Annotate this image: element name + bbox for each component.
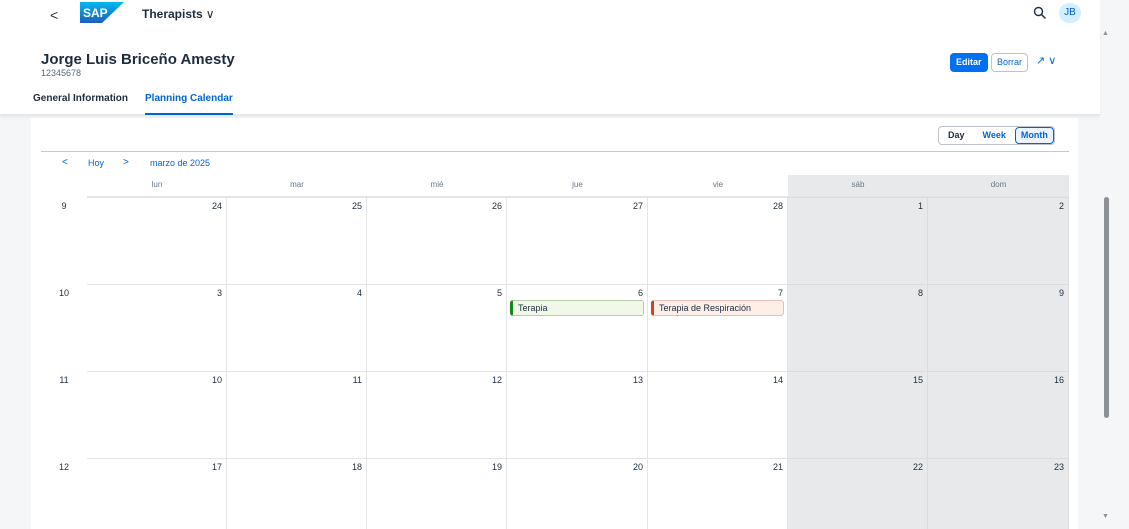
day-number: 13	[632, 375, 643, 385]
day-number: 24	[211, 201, 222, 211]
day-number: 11	[352, 375, 362, 385]
day-number: 12	[491, 375, 502, 385]
day-number: 1	[917, 201, 923, 211]
calendar-day-cell[interactable]: 6 Terapia	[507, 284, 648, 371]
shell-bar: < SAP Therapists ∨ JB	[0, 0, 1100, 30]
calendar-day-cell[interactable]: 28	[648, 197, 788, 284]
calendar-day-cell[interactable]: 22	[788, 458, 928, 529]
day-number: 28	[772, 201, 783, 211]
share-menu-button[interactable]: ↗ ∨	[1036, 54, 1056, 67]
day-number: 23	[1053, 462, 1064, 472]
weekday-header-sáb: sáb	[788, 175, 928, 197]
view-switcher: Day Week Month	[938, 126, 1055, 145]
scrollbar-thumb[interactable]	[1104, 197, 1109, 418]
back-button[interactable]: <	[50, 7, 58, 23]
delete-button[interactable]: Borrar	[991, 53, 1029, 72]
calendar-day-cell[interactable]: 25	[227, 197, 367, 284]
calendar-day-cell[interactable]: 7 Terapia de Respiración	[648, 284, 788, 371]
calendar-day-cell[interactable]: 2	[928, 197, 1069, 284]
day-number: 6	[637, 288, 643, 298]
month-picker[interactable]: marzo de 2025	[150, 158, 210, 168]
weekday-header-dom: dom	[928, 175, 1069, 197]
calendar-day-cell[interactable]: 10	[87, 371, 227, 458]
tab-general-information[interactable]: General Information	[33, 93, 128, 115]
calendar-day-cell[interactable]: 12	[367, 371, 507, 458]
weekday-header-vie: vie	[648, 175, 788, 197]
view-month-button[interactable]: Month	[1014, 127, 1054, 144]
day-number: 9	[1058, 288, 1064, 298]
week-number: 9	[61, 201, 67, 211]
calendar-day-cell[interactable]: 11	[227, 371, 367, 458]
day-number: 10	[211, 375, 222, 385]
week-number: 12	[58, 462, 69, 472]
day-number: 3	[216, 288, 222, 298]
day-number: 22	[912, 462, 923, 472]
calendar-day-cell[interactable]: 3	[87, 284, 227, 371]
sap-logo: SAP	[80, 2, 124, 23]
calendar-day-cell[interactable]: 9	[928, 284, 1069, 371]
calendar-day-cell[interactable]: 20	[507, 458, 648, 529]
avatar[interactable]: JB	[1059, 3, 1081, 23]
next-icon[interactable]: >	[123, 157, 129, 168]
calendar-day-cell[interactable]: 8	[788, 284, 928, 371]
weekday-header-mié: mié	[367, 175, 507, 197]
view-day-button[interactable]: Day	[939, 127, 974, 144]
day-number: 14	[772, 375, 783, 385]
day-number: 15	[912, 375, 923, 385]
appointment[interactable]: Terapia	[510, 300, 644, 316]
calendar-panel: Day Week Month < Hoy > marzo de 2025 lun…	[31, 118, 1078, 529]
day-number: 25	[351, 201, 362, 211]
scroll-down-arrow-icon[interactable]: ▼	[1102, 513, 1109, 520]
day-number: 19	[491, 462, 502, 472]
calendar-day-cell[interactable]: 15	[788, 371, 928, 458]
previous-icon[interactable]: <	[62, 157, 68, 168]
day-number: 5	[496, 288, 502, 298]
calendar-day-cell[interactable]: 14	[648, 371, 788, 458]
chevron-down-icon: ∨	[205, 7, 215, 21]
calendar-day-cell[interactable]: 16	[928, 371, 1069, 458]
search-icon[interactable]	[1033, 6, 1047, 20]
week-number: 10	[58, 288, 69, 298]
edit-button[interactable]: Editar	[950, 53, 988, 72]
app-title-menu[interactable]: Therapists ∨	[142, 7, 214, 21]
record-id: 12345678	[41, 68, 82, 78]
day-number: 26	[491, 201, 502, 211]
calendar-day-cell[interactable]: 24	[87, 197, 227, 284]
sap-logo-text: SAP	[83, 6, 108, 20]
weekday-header-lun: lun	[87, 175, 227, 197]
calendar-day-cell[interactable]: 13	[507, 371, 648, 458]
app-title: Therapists	[142, 7, 203, 21]
calendar-day-cell[interactable]: 17	[87, 458, 227, 529]
day-number: 8	[917, 288, 923, 298]
day-number: 2	[1058, 201, 1064, 211]
calendar-day-cell[interactable]: 5	[367, 284, 507, 371]
weekday-header-jue: jue	[507, 175, 648, 197]
page-title: Jorge Luis Briceño Amesty	[41, 51, 235, 68]
tab-planning-calendar[interactable]: Planning Calendar	[145, 93, 233, 115]
calendar-day-cell[interactable]: 19	[367, 458, 507, 529]
scroll-up-arrow-icon[interactable]: ▲	[1102, 30, 1109, 37]
calendar-day-cell[interactable]: 18	[227, 458, 367, 529]
calendar-day-cell[interactable]: 1	[788, 197, 928, 284]
day-number: 18	[351, 462, 362, 472]
day-number: 20	[632, 462, 643, 472]
calendar-day-cell[interactable]: 27	[507, 197, 648, 284]
calendar-navigation: < Hoy > marzo de 2025	[41, 151, 1069, 173]
day-number: 7	[777, 288, 783, 298]
calendar-day-cell[interactable]: 21	[648, 458, 788, 529]
calendar-day-cell[interactable]: 26	[367, 197, 507, 284]
day-number: 17	[211, 462, 222, 472]
calendar-day-cell[interactable]: 4	[227, 284, 367, 371]
calendar-day-cell[interactable]: 23	[928, 458, 1069, 529]
day-number: 21	[772, 462, 783, 472]
object-header: Jorge Luis Briceño Amesty 12345678 Edita…	[0, 30, 1100, 115]
weekday-header-mar: mar	[227, 175, 367, 197]
today-button[interactable]: Hoy	[88, 158, 104, 168]
appointment[interactable]: Terapia de Respiración	[651, 300, 784, 316]
day-number: 16	[1053, 375, 1064, 385]
week-number: 11	[59, 375, 69, 385]
day-number: 27	[632, 201, 643, 211]
day-number: 4	[356, 288, 362, 298]
view-week-button[interactable]: Week	[974, 127, 1015, 144]
